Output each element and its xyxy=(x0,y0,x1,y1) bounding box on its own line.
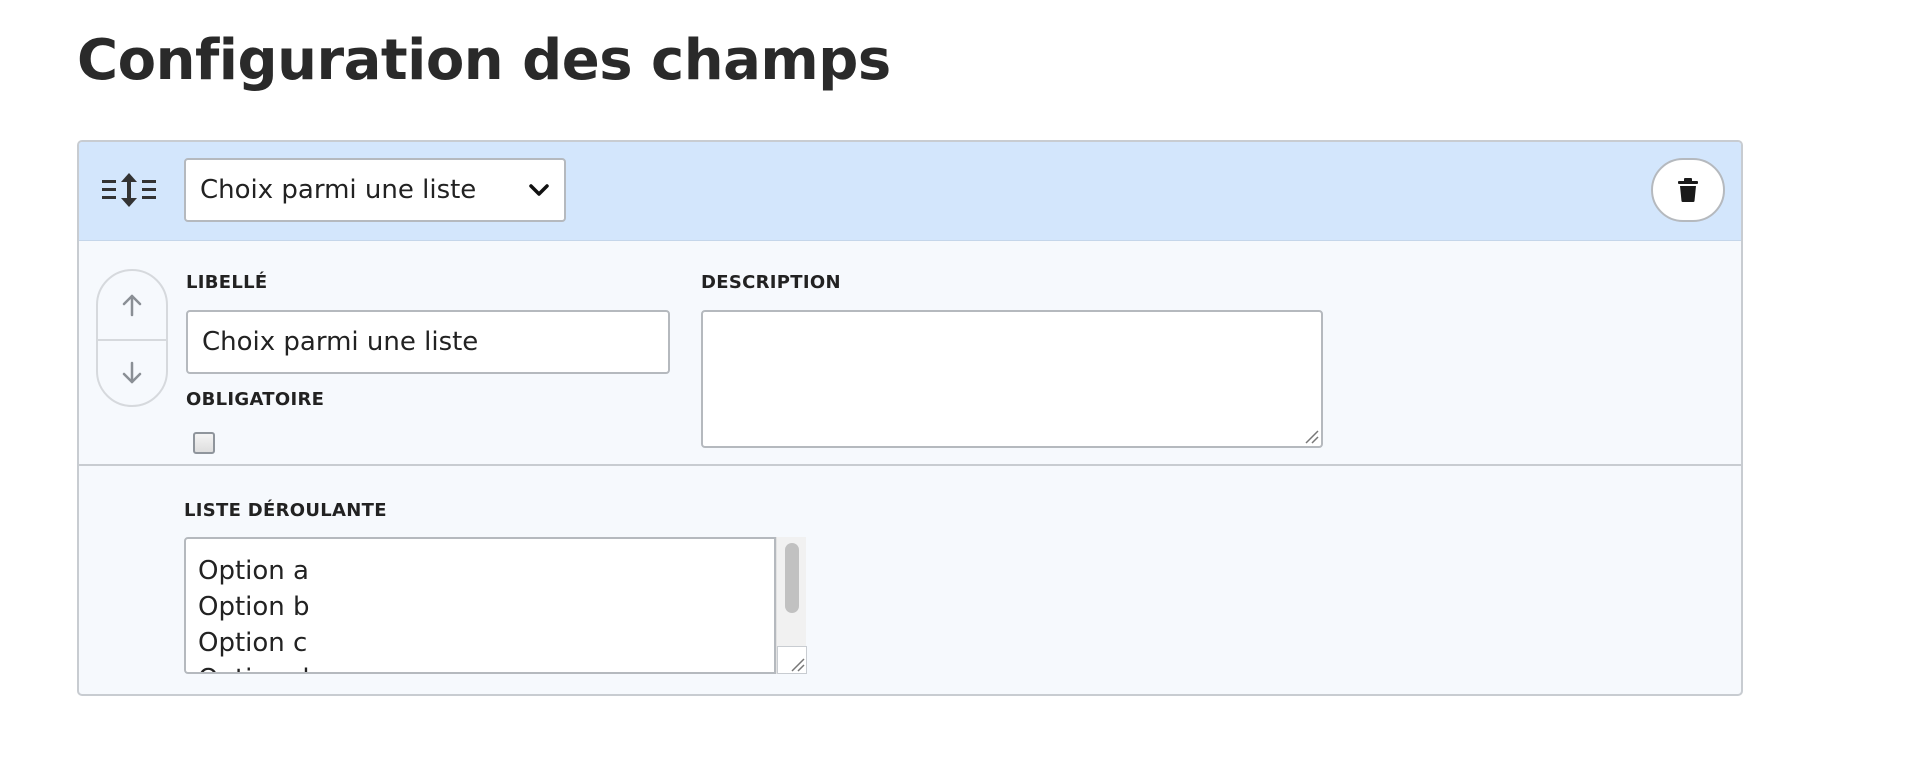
option-line: Option b xyxy=(198,592,310,622)
option-line: Option a xyxy=(198,556,309,586)
reorder-controls xyxy=(96,269,168,407)
field-type-value: Choix parmi une liste xyxy=(200,175,477,205)
description-textarea[interactable] xyxy=(701,310,1323,448)
obligatoire-checkbox[interactable] xyxy=(193,432,215,454)
move-up-button[interactable] xyxy=(98,271,166,341)
scrollbar-thumb[interactable] xyxy=(785,543,799,613)
arrow-down-icon xyxy=(122,361,142,384)
chevron-down-icon xyxy=(529,184,549,196)
field-card: Choix parmi une liste LIBELLÉ Choix parm… xyxy=(77,140,1743,696)
libelle-label: LIBELLÉ xyxy=(186,272,268,293)
options-scrollbar[interactable] xyxy=(776,537,807,674)
libelle-input[interactable]: Choix parmi une liste xyxy=(186,310,670,374)
option-line: Option c xyxy=(198,628,308,658)
move-down-button[interactable] xyxy=(98,339,166,405)
resize-grip-icon xyxy=(791,658,805,672)
field-type-select[interactable]: Choix parmi une liste xyxy=(184,158,566,222)
resize-grip-icon[interactable] xyxy=(1303,428,1319,444)
options-resize-grip[interactable] xyxy=(777,646,807,674)
field-card-header: Choix parmi une liste xyxy=(79,142,1741,241)
trash-icon xyxy=(1678,178,1698,202)
delete-field-button[interactable] xyxy=(1651,158,1725,222)
page-title: Configuration des champs xyxy=(77,28,891,93)
arrow-up-icon xyxy=(122,294,142,317)
options-textarea[interactable]: Option a Option b Option c Option d xyxy=(184,537,776,674)
reorder-drag-icon xyxy=(102,173,156,207)
obligatoire-label: OBLIGATOIRE xyxy=(186,389,325,410)
section-divider xyxy=(79,464,1741,466)
liste-deroulante-label: LISTE DÉROULANTE xyxy=(184,500,387,521)
option-line: Option d xyxy=(186,661,774,672)
description-label: DESCRIPTION xyxy=(701,272,841,293)
drag-handle[interactable] xyxy=(101,170,157,210)
